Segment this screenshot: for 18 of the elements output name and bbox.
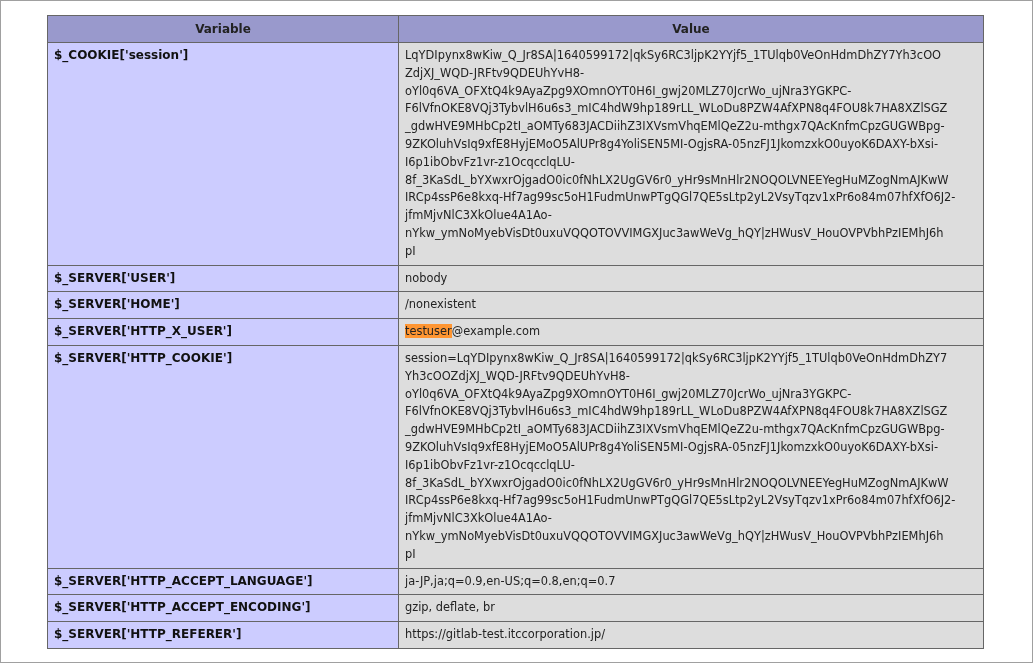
- highlighted-text: testuser: [405, 324, 452, 339]
- variable-cell: $_SERVER['HTTP_X_USER']: [47, 318, 399, 346]
- value-cell: session=LqYDIpynx8wKiw_Q_Jr8SA|1640599172|qkSy6RC3ljpK2YYjf5_1TUlqb0VeOnHdmDhZY7 Yh3cOOZdjXJ_WQD-JRFtv9QDEUhYvH8- oYl0q6VA_OFXtQ4k9AyaZpg9XOmnOYT0H6I_gwj20MLZ70JcrWo_ujNra3YGKPC- F6lVfnOKE8VQj3TybvlH6u6s3_mIC4hdW9hp189rLL_WLoDu8PZW4AfXPN8q4FOU8k7HA8XZlSGZ _gdwHVE9MHbCp2tI_aOMTy683JACDiihZ3IXVsmVhqEMlQeZ2u-mthgx7QAcKnfmCpzGUGWBpg- 9ZKOluhVsIq9xfE8HyjEMoO5AlUPr8g4YoliSEN5MI-OgjsRA-05nzFJ1JkomzxkO0uyoK6DAXY-bXsi- I6p1ibObvFz1vr-z1OcqcclqLU- 8f_3KaSdL_bYXwxrOjgadO0ic0fNhLX2UgGV6r0_yHr9sMnHlr2NOQOLVNEEYegHuMZogNmAJKwW IRCp4ssP6e8kxq-Hf7ag99sc5oH1FudmUnwPTgQGl7QE5sLtp2yL2VsyTqzv1xPr6o84m07hfXfO6J2- jfmMjvNlC3XkOlue4A1Ao- nYkw_ymNoMyebVisDt0uxuVQQOTOVVIMGXJuc3awWeVg_hQY|zHWusV_HouOVPVbhPzIEMhJ6h pI: [398, 345, 984, 568]
- value-cell: nobody: [398, 265, 984, 292]
- variable-cell: $_SERVER['USER']: [47, 265, 399, 292]
- value-cell: LqYDIpynx8wKiw_Q_Jr8SA|1640599172|qkSy6RC3ljpK2YYjf5_1TUlqb0VeOnHdmDhZY7Yh3cOO ZdjXJ_WQD-JRFtv9QDEUhYvH8- oYl0q6VA_OFXtQ4k9AyaZpg9XOmnOYT0H6I_gwj20MLZ70JcrWo_ujNra3YGKPC- F6lVfnOKE8VQj3TybvlH6u6s3_mIC4hdW9hp189rLL_WLoDu8PZW4AfXPN8q4FOU8k7HA8XZlSGZ _gdwHVE9MHbCp2tI_aOMTy683JACDiihZ3IXVsmVhqEMlQeZ2u-mthgx7QAcKnfmCpzGUGWBpg- 9ZKOluhVsIq9xfE8HyjEMoO5AlUPr8g4YoliSEN5MI-OgjsRA-05nzFJ1JkomzxkO0uyoK6DAXY-bXsi- I6p1ibObvFz1vr-z1OcqcclqLU- 8f_3KaSdL_bYXwxrOjgadO0ic0fNhLX2UgGV6r0_yHr9sMnHlr2NOQOLVNEEYegHuMZogNmAJKwW IRCp4ssP6e8kxq-Hf7ag99sc5oH1FudmUnwPTgQGl7QE5sLtp2yL2VsyTqzv1xPr6o84m07hfXfO6J2- jfmMjvNlC3XkOlue4A1Ao- nYkw_ymNoMyebVisDt0uxuVQQOTOVVIMGXJuc3awWeVg_hQY|zHWusV_HouOVPVbhPzIEMhJ6h pI: [398, 42, 984, 266]
- variable-cell: $_SERVER['HOME']: [47, 291, 399, 319]
- variable-cell: $_SERVER['HTTP_ACCEPT_ENCODING']: [47, 594, 399, 622]
- column-header: Variable: [47, 15, 399, 43]
- variable-cell: $_SERVER['HTTP_ACCEPT_LANGUAGE']: [47, 568, 399, 595]
- value-cell: https://gitlab-test.itccorporation.jp/: [398, 621, 984, 649]
- column-header: Value: [398, 15, 984, 43]
- value-cell: gzip, deflate, br: [398, 594, 984, 622]
- variable-cell: $_SERVER['HTTP_REFERER']: [47, 621, 399, 649]
- variable-cell: $_SERVER['HTTP_COOKIE']: [47, 345, 399, 568]
- value-cell: /nonexistent: [398, 291, 984, 319]
- variable-cell: $_COOKIE['session']: [47, 42, 399, 266]
- value-cell: ja-JP,ja;q=0.9,en-US;q=0.8,en;q=0.7: [398, 568, 984, 595]
